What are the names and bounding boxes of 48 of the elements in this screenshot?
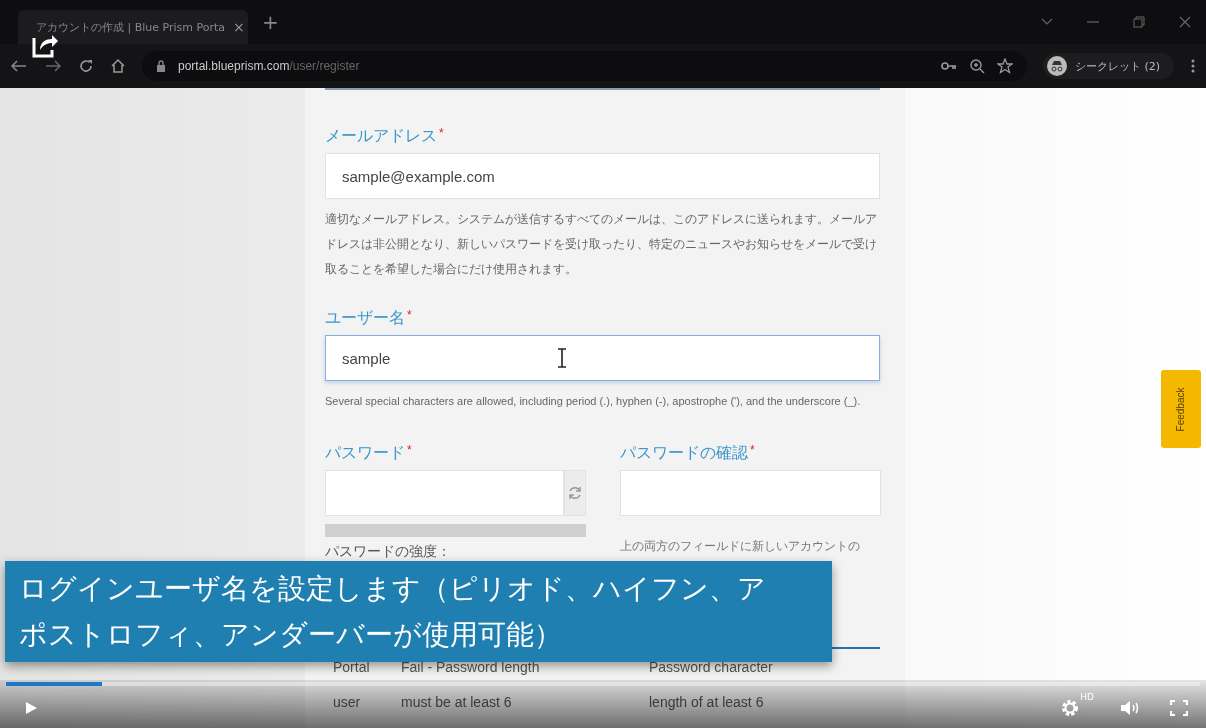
refresh-icon bbox=[567, 485, 583, 501]
help-text: 上の両方のフィールドに新しいアカウントの bbox=[620, 538, 861, 555]
table-cell-text: user bbox=[332, 693, 362, 710]
settings-icon[interactable] bbox=[1060, 698, 1081, 718]
help-text: 適切なメールアドレス。システムが送信するすべてのメールは、このアドレスに送られます。メールアドレスは非公開となり、新しいパスワードを受け取ったり、特定のニュースやお知らせをメールで受け取ることを希望した場合にだけ使用されます。 bbox=[325, 212, 878, 277]
menu-icon[interactable] bbox=[1190, 58, 1196, 74]
help-text: Several special characters are allowed, including period (.), hyphen (-), apostrophe ('), and the underscore (_). bbox=[325, 394, 862, 409]
incognito-button[interactable]: シークレット (2) bbox=[1042, 53, 1174, 79]
chevron-down-icon[interactable] bbox=[1040, 17, 1054, 27]
address-bar[interactable]: portal.blueprism.com/user/register bbox=[142, 51, 1027, 81]
lock-icon bbox=[156, 60, 166, 72]
table-cell-text: length of at least 6 bbox=[649, 693, 765, 710]
zoom-icon[interactable] bbox=[968, 58, 985, 74]
password-field[interactable] bbox=[325, 470, 564, 516]
hd-label: HD bbox=[1080, 692, 1094, 702]
restore-icon[interactable] bbox=[1132, 16, 1146, 28]
back-arrow-icon[interactable] bbox=[10, 59, 28, 73]
field-label: メールアドレス* bbox=[325, 126, 445, 146]
browser-tab[interactable]: アカウントの作成 | Blue Prism Porta × bbox=[18, 10, 248, 44]
fullscreen-icon[interactable] bbox=[1170, 700, 1188, 716]
username-field[interactable]: sample bbox=[325, 335, 880, 381]
close-tab-button[interactable]: × bbox=[233, 19, 245, 35]
field-label: パスワードの確認* bbox=[620, 443, 756, 463]
reload-icon[interactable] bbox=[78, 58, 94, 74]
text-cursor-icon bbox=[557, 348, 567, 368]
table-cell-text: Password character bbox=[649, 658, 774, 675]
home-icon[interactable] bbox=[110, 58, 126, 74]
subtitle-line: ポストロフィ、アンダーバーが使用可能） bbox=[19, 616, 563, 653]
key-icon[interactable] bbox=[940, 61, 957, 71]
subtitle-line: ログインユーザ名を設定します（ピリオド、ハイフン、ア bbox=[19, 570, 767, 607]
star-icon[interactable] bbox=[996, 58, 1013, 74]
table-cell-text: Fail - Password length bbox=[401, 658, 541, 675]
field-label: ユーザー名* bbox=[325, 308, 413, 328]
email-field[interactable]: sample@example.com bbox=[325, 153, 880, 199]
generate-password-button[interactable] bbox=[564, 470, 586, 516]
strength-label: パスワードの強度： bbox=[325, 543, 452, 561]
incognito-icon bbox=[1046, 56, 1067, 76]
field-label: パスワード* bbox=[325, 443, 413, 463]
feedback-tab[interactable]: Feedback bbox=[1161, 370, 1201, 448]
close-icon[interactable] bbox=[1178, 15, 1192, 29]
play-icon[interactable] bbox=[24, 701, 38, 715]
table-cell-text: must be at least 6 bbox=[401, 693, 513, 710]
confirm-password-field[interactable] bbox=[620, 470, 881, 516]
table-cell-text: Portal bbox=[332, 658, 371, 675]
url-text: portal.blueprism.com/user/register bbox=[178, 59, 360, 73]
tab-title: アカウントの作成 | Blue Prism Porta bbox=[36, 19, 226, 35]
forward-arrow-icon[interactable] bbox=[44, 59, 62, 73]
new-tab-button[interactable]: + bbox=[262, 10, 279, 34]
